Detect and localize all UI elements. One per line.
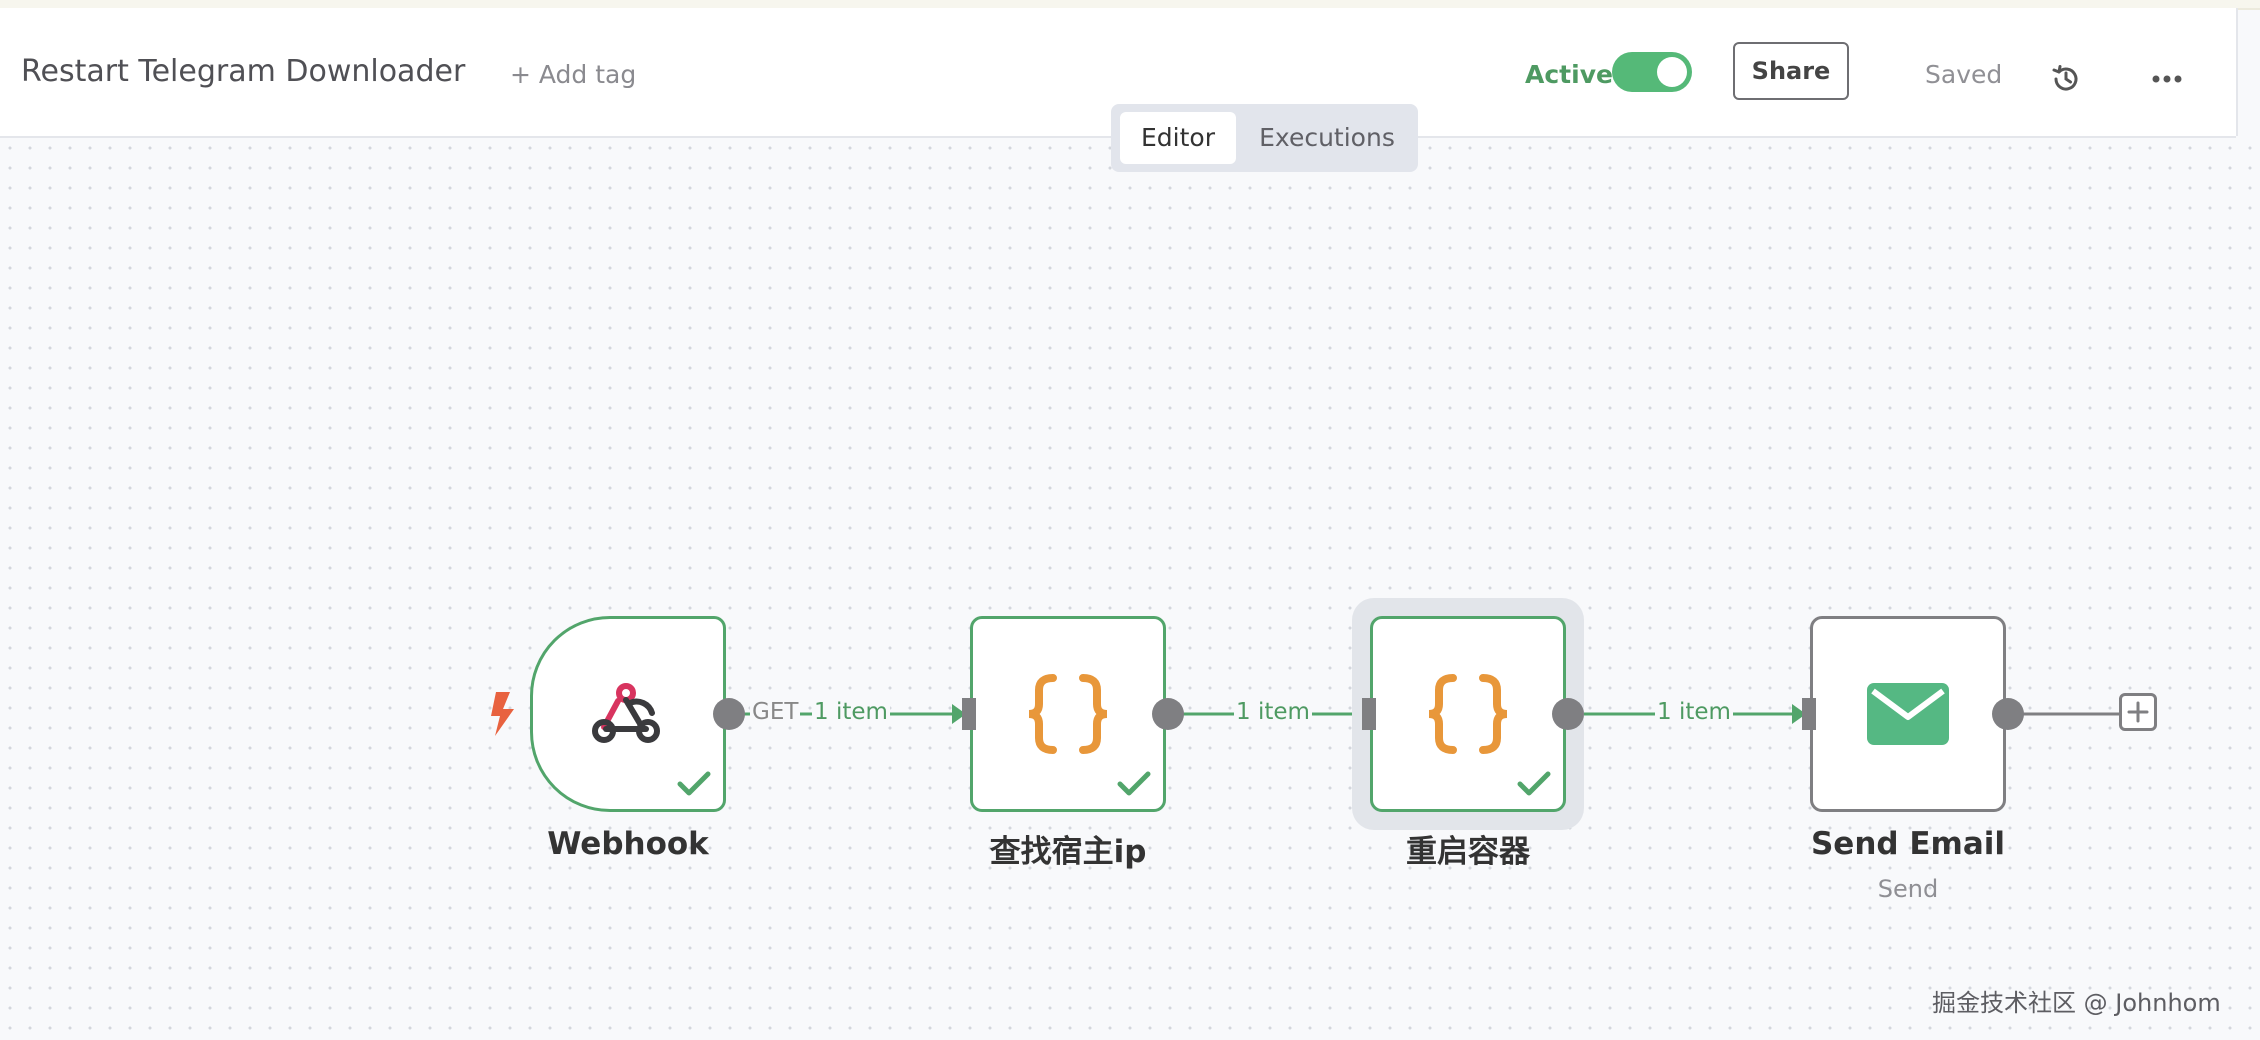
node-find-host-ip[interactable] [970, 616, 1166, 812]
edge-item-count: 1 item [1234, 699, 1312, 725]
envelope-icon [1867, 683, 1949, 745]
webhook-icon [592, 683, 660, 743]
tab-editor[interactable]: Editor [1120, 112, 1236, 164]
active-label: Active [1525, 60, 1613, 89]
add-tag-button[interactable]: + Add tag [510, 60, 636, 89]
edge-item-count: 1 item [812, 699, 890, 725]
edge-method-label: GET [750, 699, 801, 725]
watermark: 掘金技术社区 @ Johnhom [1932, 989, 2221, 1017]
trigger-bolt-icon [491, 692, 514, 736]
view-tabs: Editor Executions [1111, 104, 1418, 172]
node-subtitle-send: Send [1877, 875, 1939, 903]
node-label-webhook: Webhook [547, 826, 709, 862]
node-label-find-host-ip: 查找宿主ip [989, 834, 1147, 870]
node-label-restart-container: 重启容器 [1406, 834, 1530, 870]
edge-item-count: 1 item [1655, 699, 1733, 725]
add-node-button[interactable] [2119, 693, 2157, 731]
code-braces-icon [1428, 674, 1508, 754]
workflow-title[interactable]: Restart Telegram Downloader [21, 54, 465, 89]
tab-executions[interactable]: Executions [1245, 112, 1409, 164]
active-toggle[interactable] [1612, 52, 1692, 92]
node-webhook[interactable] [530, 616, 726, 812]
success-check-icon [1517, 771, 1551, 796]
node-label-send-email: Send Email [1810, 826, 2006, 862]
share-button[interactable]: Share [1733, 42, 1849, 100]
workflow-canvas[interactable] [0, 138, 2260, 1040]
success-check-icon [677, 771, 711, 796]
more-options-icon[interactable] [2152, 74, 2182, 84]
plus-icon [2127, 701, 2149, 723]
node-restart-container[interactable] [1370, 616, 1566, 812]
success-check-icon [1117, 771, 1151, 796]
header-right-divider [2236, 8, 2238, 136]
node-send-email[interactable] [1810, 616, 2006, 812]
history-icon[interactable] [2051, 64, 2081, 94]
saved-status: Saved [1925, 60, 2003, 89]
code-braces-icon [1028, 674, 1108, 754]
toggle-knob [1657, 57, 1687, 87]
